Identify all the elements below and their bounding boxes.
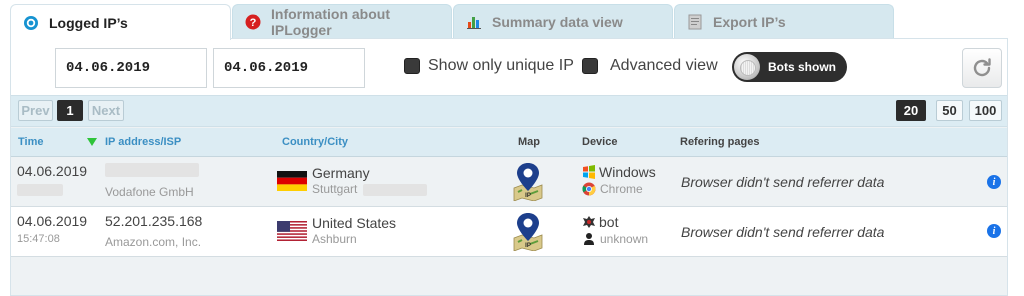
bots-toggle[interactable]: Bots shown xyxy=(732,52,847,82)
unknown-user-icon xyxy=(584,233,594,245)
map-pin-label: IP xyxy=(525,193,531,199)
row-browser: Chrome xyxy=(600,182,643,196)
advanced-view-checkbox[interactable]: Advanced view xyxy=(582,57,718,75)
date-from-input[interactable]: 04.06.2019 xyxy=(55,48,207,88)
row-isp: Amazon.com, Inc. xyxy=(105,235,202,249)
toggle-knob[interactable] xyxy=(734,54,760,80)
col-ip[interactable]: IP address/ISP xyxy=(105,136,181,148)
tab-logged-ips[interactable]: Logged IP’s xyxy=(10,4,231,40)
chrome-icon xyxy=(582,182,596,196)
row-city: Stuttgart xyxy=(312,182,358,196)
tab-information[interactable]: ? Information about IPLogger xyxy=(232,4,452,38)
refresh-button[interactable] xyxy=(962,48,1002,88)
device-os: bot xyxy=(582,214,618,230)
redacted-time xyxy=(17,183,63,201)
prev-button[interactable]: Prev xyxy=(18,100,53,121)
redacted-ip xyxy=(105,163,199,182)
col-country[interactable]: Country/City xyxy=(282,136,348,148)
info-icon[interactable]: i xyxy=(987,175,1001,189)
tab-label: Summary data view xyxy=(492,13,623,30)
page-size-20[interactable]: 20 xyxy=(896,100,926,121)
table-row[interactable]: 04.06.2019 15:47:08 52.201.235.168 Amazo… xyxy=(11,207,1007,257)
map-pin-icon[interactable]: IP xyxy=(508,211,548,256)
col-time[interactable]: Time xyxy=(18,136,43,148)
row-country: United States xyxy=(312,215,397,231)
table-row[interactable]: 04.06.2019 Vodafone GmbH Germany Stuttga… xyxy=(11,157,1007,207)
sort-down-icon[interactable] xyxy=(87,138,97,146)
col-referrer: Refering pages xyxy=(680,136,760,148)
map-pin-label: IP xyxy=(525,243,531,249)
unique-ip-checkbox[interactable]: Show only unique IP xyxy=(404,57,574,75)
row-referrer: Browser didn't send referrer data xyxy=(681,224,885,240)
windows-icon xyxy=(583,165,595,179)
row-browser: unknown xyxy=(600,232,649,246)
logged-ips-panel: 04.06.2019 04.06.2019 Show only unique I… xyxy=(10,38,1008,296)
tab-export[interactable]: Export IP’s xyxy=(674,4,894,38)
info-icon[interactable]: i xyxy=(987,224,1001,238)
next-button[interactable]: Next xyxy=(88,100,124,121)
tab-label: Export IP’s xyxy=(713,13,786,30)
checkbox-box[interactable] xyxy=(404,58,420,74)
bot-icon xyxy=(583,216,595,228)
row-city: Ashburn xyxy=(312,232,357,246)
col-device: Device xyxy=(582,136,618,148)
device-browser: Chrome xyxy=(582,182,643,196)
document-icon xyxy=(687,14,703,30)
row-os: bot xyxy=(599,214,619,230)
date-to-input[interactable]: 04.06.2019 xyxy=(213,48,365,88)
page-1-button[interactable]: 1 xyxy=(57,100,83,121)
svg-text:?: ? xyxy=(250,17,257,29)
row-country: Germany xyxy=(312,165,370,181)
tab-summary[interactable]: Summary data view xyxy=(453,4,673,38)
row-ip[interactable]: 52.201.235.168 xyxy=(105,213,202,229)
tab-bar: Logged IP’s ? Information about IPLogger… xyxy=(0,0,1024,40)
col-map: Map xyxy=(518,136,540,148)
table-header: Time IP address/ISP Country/City Map Dev… xyxy=(11,128,1007,157)
question-icon: ? xyxy=(245,14,261,30)
tab-label: Logged IP’s xyxy=(49,14,128,31)
row-isp: Vodafone GmbH xyxy=(105,185,194,199)
device-browser: unknown xyxy=(582,232,648,246)
bar-chart-icon xyxy=(466,14,482,30)
target-icon xyxy=(23,15,39,31)
usa-flag-icon xyxy=(277,221,307,241)
tab-label: Information about IPLogger xyxy=(271,5,390,38)
row-referrer: Browser didn't send referrer data xyxy=(681,174,885,190)
map-pin-icon[interactable]: IP xyxy=(508,161,548,206)
advanced-view-label: Advanced view xyxy=(610,57,718,74)
filter-toolbar: 04.06.2019 04.06.2019 Show only unique I… xyxy=(11,39,1007,95)
refresh-icon xyxy=(973,58,991,77)
page-size-100[interactable]: 100 xyxy=(969,100,1002,121)
redacted-city-detail xyxy=(363,183,427,201)
checkbox-box[interactable] xyxy=(582,58,598,74)
bots-toggle-label: Bots shown xyxy=(768,60,836,74)
row-time: 15:47:08 xyxy=(17,233,60,245)
row-date: 04.06.2019 xyxy=(17,163,88,179)
row-date: 04.06.2019 xyxy=(17,213,88,229)
germany-flag-icon xyxy=(277,171,307,191)
device-os: Windows xyxy=(582,164,656,180)
pagination-bar: Prev 1 Next 20 50 100 xyxy=(11,95,1007,127)
unique-ip-label: Show only unique IP xyxy=(428,57,574,74)
page-size-50[interactable]: 50 xyxy=(936,100,963,121)
row-os: Windows xyxy=(599,164,656,180)
